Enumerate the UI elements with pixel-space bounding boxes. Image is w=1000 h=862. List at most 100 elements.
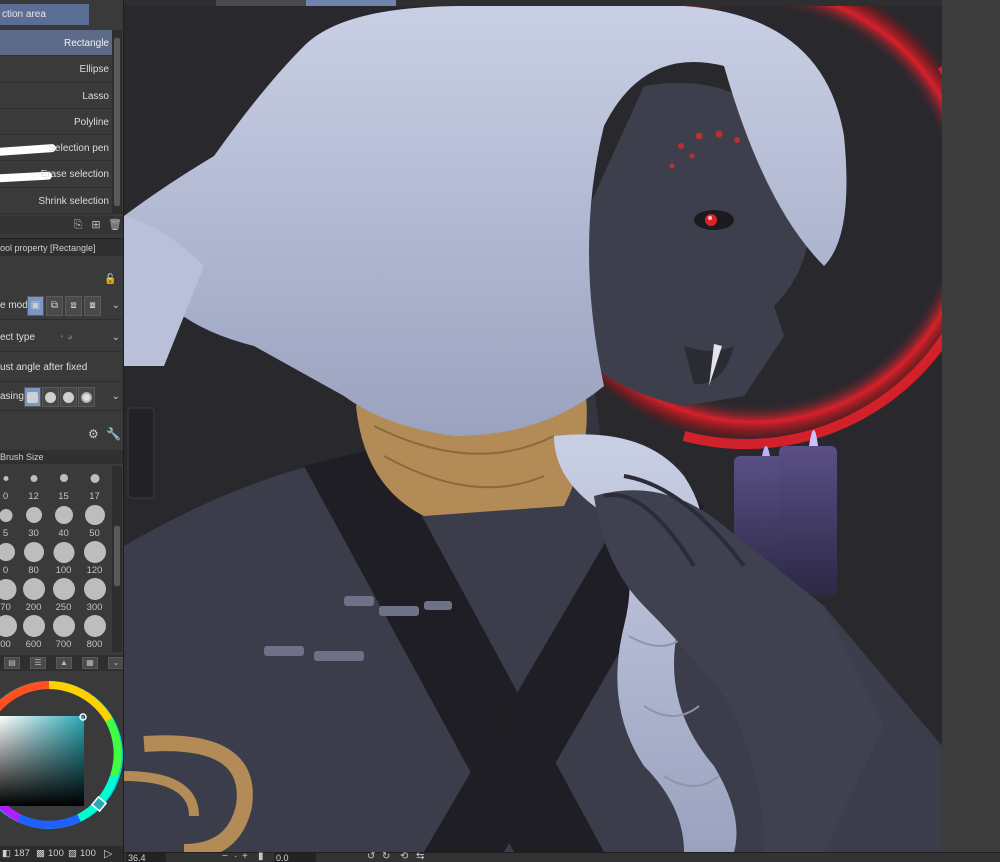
antialias-none-icon[interactable]	[24, 387, 41, 407]
reset-rotation-icon[interactable]: ⟲	[400, 851, 408, 862]
rotate-left-icon[interactable]: ↺	[367, 851, 375, 862]
zoom-slider-handle[interactable]: ▮	[258, 851, 264, 862]
brush-size-value: 00	[0, 639, 11, 650]
brush-size-cell[interactable]: 800	[81, 614, 108, 651]
scrollbar-thumb[interactable]	[114, 526, 120, 586]
brush-size-value: 30	[28, 528, 39, 539]
brush-size-value: 0	[2, 565, 9, 576]
antialias-medium-icon[interactable]	[60, 387, 77, 407]
intermediate-color-tab-icon[interactable]: ▲	[56, 657, 72, 669]
rotate-right-icon[interactable]: ↻	[382, 851, 390, 862]
brush-size-cell[interactable]: 120	[81, 540, 108, 577]
brush-size-scrollbar[interactable]	[112, 466, 122, 652]
sub-tool-label: Erase selection	[40, 169, 109, 181]
brush-size-value: 300	[86, 602, 103, 613]
intersect-selection-icon[interactable]: ⧇	[84, 296, 101, 316]
brush-size-cell[interactable]: 15	[50, 466, 77, 503]
tool-property-header: ool property [Rectangle]	[0, 238, 123, 256]
brush-size-cell[interactable]: 12	[20, 466, 47, 503]
brush-size-cell[interactable]: 30	[20, 503, 47, 540]
brush-size-cell[interactable]: 600	[20, 614, 47, 651]
brush-size-cell[interactable]: 50	[81, 503, 108, 540]
antialiasing-label: asing	[0, 391, 24, 402]
brightness-icon: ▨	[68, 848, 77, 859]
flip-icon[interactable]: ⇆	[416, 851, 424, 862]
brush-size-cell[interactable]: 5	[0, 503, 19, 540]
sub-tool-selection-pen[interactable]: Selection pen	[0, 135, 112, 162]
brush-size-value: 80	[28, 565, 39, 576]
canvas-right-gutter	[942, 0, 1000, 852]
zoom-slider[interactable]: ·	[234, 851, 237, 862]
brush-size-value: 5	[2, 528, 9, 539]
color-panel-tabs: ▤ ☰ ▲ ▦ ⌄	[0, 655, 123, 671]
brush-size-value: 700	[55, 639, 72, 650]
zoom-out-icon[interactable]: −	[222, 851, 228, 862]
brush-size-value: 100	[55, 565, 72, 576]
sub-tool-label: Selection pen	[48, 143, 109, 155]
brush-size-cell[interactable]: 17	[81, 466, 108, 503]
brush-size-cell[interactable]: 700	[50, 614, 77, 651]
zoom-in-icon[interactable]: +	[242, 851, 248, 862]
chevron-down-icon[interactable]: ⌄	[112, 324, 120, 352]
brush-size-value: 12	[28, 491, 39, 502]
sub-tool-label: Polyline	[73, 116, 109, 128]
brush-size-cell[interactable]: 250	[50, 577, 77, 614]
sub-tool-label: Lasso	[82, 90, 109, 102]
wrench-icon[interactable]: ⚙	[88, 427, 99, 441]
chevron-down-icon[interactable]: ⌄	[112, 383, 120, 411]
brush-size-cell[interactable]: 0	[0, 540, 19, 577]
brush-size-cell[interactable]: 80	[20, 540, 47, 577]
sub-tool-ellipse[interactable]: Ellipse	[0, 56, 112, 83]
object-type-icons[interactable]: ◔ ◕	[58, 324, 73, 352]
sub-tool-rectangle[interactable]: Rectangle	[0, 30, 112, 57]
selection-mode-buttons: ▣ ⧉ ⧈ ⧇	[27, 296, 103, 316]
color-wheel-tab-icon[interactable]: ▤	[4, 657, 20, 669]
brush-size-cell[interactable]: 100	[50, 540, 77, 577]
brush-size-value: 120	[86, 565, 103, 576]
brush-size-cell[interactable]: 00	[0, 614, 19, 651]
antialiasing-row: asing ⌄	[0, 383, 122, 411]
brush-size-cell[interactable]: 40	[50, 503, 77, 540]
chevron-down-icon[interactable]: ⌄	[108, 657, 123, 669]
duplicate-icon[interactable]: ⎘	[72, 219, 84, 231]
zoom-input[interactable]: 36.4	[126, 853, 166, 862]
brush-size-value: 250	[55, 602, 72, 613]
antialias-strong-icon[interactable]	[78, 387, 95, 407]
subtract-selection-icon[interactable]: ⧈	[65, 296, 82, 316]
rotation-angle-input[interactable]: 0.0	[274, 853, 316, 862]
brush-size-value: 17	[89, 491, 100, 502]
sub-tool-shrink-selection[interactable]: Shrink selection	[0, 188, 112, 215]
brush-size-value: 50	[89, 528, 100, 539]
brush-size-cell[interactable]: 300	[81, 577, 108, 614]
color-set-tab-icon[interactable]: ☰	[30, 657, 46, 669]
brush-size-cell[interactable]: 70	[0, 577, 19, 614]
sub-tool-scrollbar[interactable]	[112, 30, 122, 214]
sub-tool-palette-header[interactable]: ction area	[0, 4, 89, 25]
brush-size-grid: 0 12 15 17 5 30 40 50 0 80 100 120 70 20…	[0, 466, 110, 652]
brush-size-cell[interactable]: 200	[20, 577, 47, 614]
brush-size-value: 0	[2, 491, 9, 502]
new-selection-icon[interactable]: ▣	[27, 296, 44, 316]
trash-icon[interactable]: 🗑	[108, 219, 122, 231]
color-wheel[interactable]	[0, 676, 124, 834]
approximate-color-tab-icon[interactable]: ▦	[82, 657, 98, 669]
canvas-area[interactable]	[124, 0, 1000, 852]
brush-size-cell[interactable]: 0	[0, 466, 19, 503]
scrollbar-thumb[interactable]	[114, 38, 120, 206]
sub-tool-polyline[interactable]: Polyline	[0, 109, 112, 136]
new-icon[interactable]: ⊞	[90, 219, 102, 231]
settings-icon[interactable]: 🔧	[106, 427, 121, 441]
antialias-weak-icon[interactable]	[42, 387, 59, 407]
add-selection-icon[interactable]: ⧉	[46, 296, 63, 316]
canvas-artwork[interactable]	[124, 6, 942, 852]
chevron-down-icon[interactable]: ⌄	[112, 292, 120, 320]
red-eye-shape	[705, 214, 717, 226]
brush-size-header: Brush Size	[0, 450, 123, 464]
brush-size-value: 40	[58, 528, 69, 539]
lock-icon[interactable]: 🔓	[104, 274, 116, 285]
play-icon[interactable]: ▷	[104, 846, 112, 862]
brush-size-value: 200	[25, 602, 42, 613]
sub-tool-lasso[interactable]: Lasso	[0, 83, 112, 109]
sub-tool-erase-selection[interactable]: Erase selection	[0, 161, 112, 188]
adjust-angle-row[interactable]: ust angle after fixed	[0, 354, 122, 382]
